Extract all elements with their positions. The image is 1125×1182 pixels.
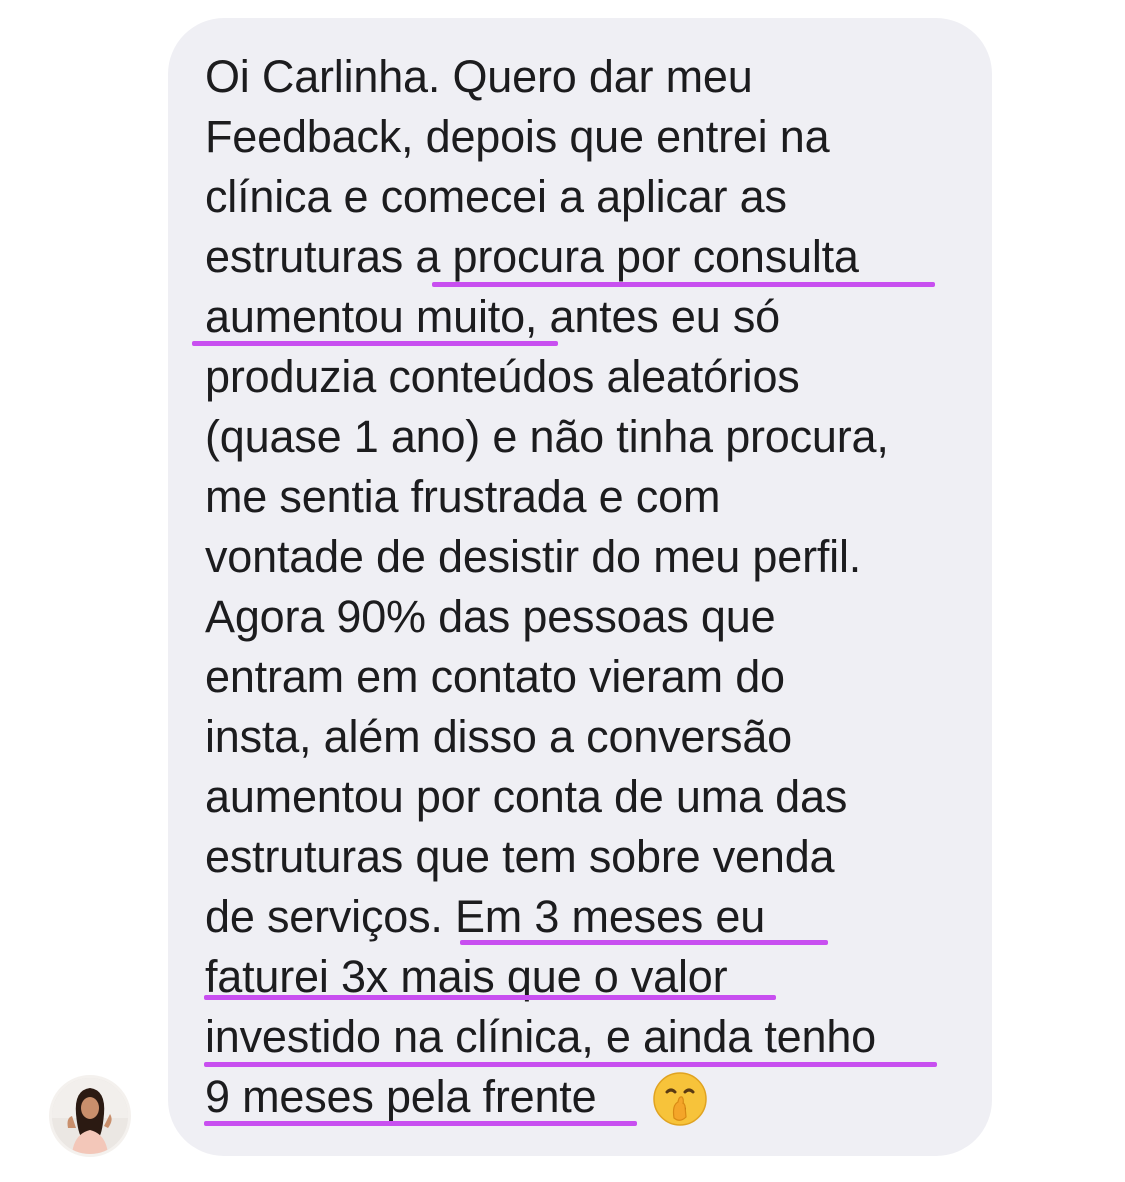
highlight-underline: [460, 940, 828, 945]
message-line: estruturas que tem sobre venda: [205, 831, 835, 882]
message-line: aumentou por conta de uma das: [205, 771, 848, 822]
chat-view: Oi Carlinha. Quero dar meu Feedback, dep…: [0, 0, 1125, 1182]
shushing-face-icon: [653, 1072, 707, 1126]
highlight-underline: [204, 995, 776, 1000]
highlight-underline: [204, 1062, 937, 1067]
message-line: Oi Carlinha. Quero dar meu: [205, 51, 753, 102]
message-line: de serviços. Em 3 meses eu: [205, 891, 766, 942]
highlight-underline: [192, 341, 558, 346]
user-avatar[interactable]: [49, 1075, 131, 1157]
message-line: me sentia frustrada e com: [205, 471, 721, 522]
highlight-underline: [204, 1121, 637, 1126]
message-line: 9 meses pela frente: [205, 1071, 597, 1122]
message-line: Feedback, depois que entrei na: [205, 111, 830, 162]
message-line: investido na clínica, e ainda tenho: [205, 1011, 876, 1062]
highlight-underline: [432, 282, 935, 287]
message-line: estruturas a procura por consulta: [205, 231, 859, 282]
message-line: clínica e comecei a aplicar as: [205, 171, 787, 222]
message-line: entram em contato vieram do: [205, 651, 785, 702]
message-line: insta, além disso a conversão: [205, 711, 793, 762]
message-line: Agora 90% das pessoas que: [205, 591, 776, 642]
message-line: produzia conteúdos aleatórios: [205, 351, 800, 402]
message-line: vontade de desistir do meu perfil.: [205, 531, 862, 582]
message-line: aumentou muito, antes eu só: [205, 291, 780, 342]
profile-photo: [52, 1078, 128, 1154]
message-line: (quase 1 ano) e não tinha procura,: [205, 411, 889, 462]
